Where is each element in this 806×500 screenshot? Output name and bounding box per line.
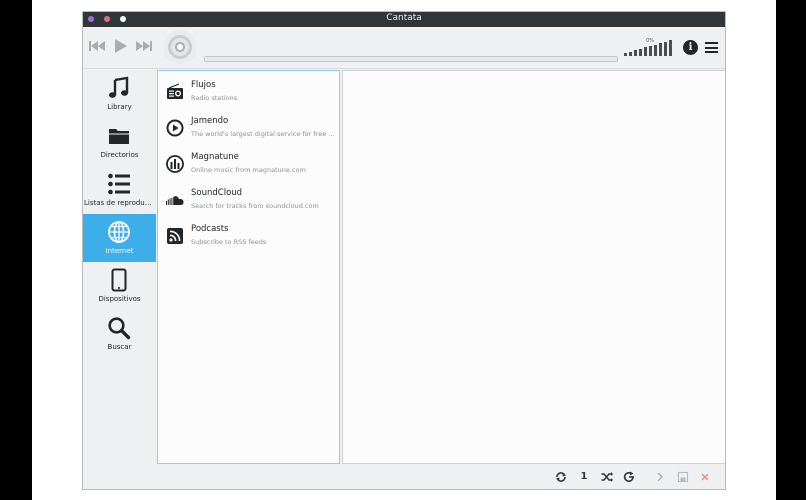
playqueue-controls: 1 bbox=[83, 464, 725, 489]
volume-control[interactable]: 0% bbox=[624, 38, 678, 58]
service-description: Radio stations bbox=[191, 94, 238, 102]
sidebar-item-directorios[interactable]: Directorios bbox=[83, 118, 156, 166]
sidebar-item-label: Buscar bbox=[107, 343, 132, 351]
toolbar: 0% i bbox=[83, 27, 725, 69]
sidebar-item-label: Directorios bbox=[100, 151, 139, 159]
play-icon[interactable] bbox=[114, 38, 128, 54]
album-cover-disc-icon[interactable] bbox=[163, 30, 197, 64]
playqueue-panel[interactable] bbox=[342, 70, 725, 464]
repeat-icon[interactable] bbox=[555, 471, 567, 483]
internet-services-list: Flujos Radio stations Jamendo The world'… bbox=[157, 70, 340, 464]
search-icon bbox=[108, 317, 131, 340]
sidebar-item-library[interactable]: Library bbox=[83, 70, 156, 118]
sidebar-item-playlists[interactable]: Listas de reproducción bbox=[83, 166, 156, 214]
sidebar-item-label: Listas de reproducción bbox=[84, 199, 156, 207]
volume-percent: 0% bbox=[646, 38, 654, 44]
volume-bar bbox=[669, 40, 672, 56]
volume-bar bbox=[654, 44, 657, 56]
playlist-icon bbox=[108, 173, 130, 195]
sidebar-item-label: Dispositivos bbox=[98, 295, 141, 303]
play-circle-icon bbox=[166, 119, 184, 137]
list-item-magnatune[interactable]: Magnatune Online music from magnatune.co… bbox=[158, 145, 339, 181]
skip-back-icon[interactable] bbox=[89, 40, 105, 52]
service-description: Subscribe to RSS feeds bbox=[191, 238, 267, 246]
globe-icon bbox=[108, 221, 130, 243]
service-description: Online music from magnatune.com bbox=[191, 166, 306, 174]
phone-icon bbox=[111, 268, 127, 292]
list-item-podcasts[interactable]: Podcasts Subscribe to RSS feeds bbox=[158, 217, 339, 253]
shuffle-icon[interactable] bbox=[601, 471, 613, 483]
volume-bar bbox=[659, 43, 662, 56]
service-description: Search for tracks from soundcloud.com bbox=[191, 202, 319, 210]
screenshot-background: Cantata 0% i Library Directorios Listas … bbox=[32, 0, 776, 500]
consume-icon[interactable] bbox=[623, 471, 635, 483]
volume-bar bbox=[624, 53, 627, 56]
service-name: Flujos bbox=[191, 80, 216, 90]
folder-icon bbox=[109, 129, 129, 144]
service-name: Podcasts bbox=[191, 224, 229, 234]
volume-bar bbox=[644, 47, 647, 56]
save-icon[interactable] bbox=[677, 471, 689, 483]
list-item-soundcloud[interactable]: SoundCloud Search for tracks from soundc… bbox=[158, 181, 339, 217]
volume-bar bbox=[629, 51, 632, 56]
magnatune-icon bbox=[166, 155, 184, 173]
info-icon[interactable]: i bbox=[683, 40, 698, 55]
sidebar-item-dispositivos[interactable]: Dispositivos bbox=[83, 262, 156, 310]
single-mode-button[interactable]: 1 bbox=[578, 471, 590, 483]
volume-bar bbox=[639, 48, 642, 56]
music-note-icon bbox=[109, 76, 129, 98]
volume-bar bbox=[649, 46, 652, 56]
list-item-jamendo[interactable]: Jamendo The world's largest digital serv… bbox=[158, 109, 339, 145]
seek-progress-bar[interactable] bbox=[204, 56, 618, 62]
soundcloud-icon bbox=[166, 196, 184, 205]
chevron-right-icon[interactable] bbox=[654, 471, 666, 483]
list-item-flujos[interactable]: Flujos Radio stations bbox=[158, 73, 339, 109]
window-title: Cantata bbox=[386, 13, 422, 23]
rss-icon bbox=[167, 228, 183, 244]
radio-icon bbox=[167, 83, 183, 99]
close-icon[interactable] bbox=[699, 471, 711, 483]
sidebar-item-label: Internet bbox=[105, 247, 134, 255]
sidebar-item-label: Library bbox=[107, 103, 132, 111]
sidebar-item-buscar[interactable]: Buscar bbox=[83, 310, 156, 358]
cantata-window: Cantata 0% i Library Directorios Listas … bbox=[82, 11, 726, 490]
service-description: The world's largest digital service for … bbox=[191, 130, 336, 138]
title-bar: Cantata bbox=[83, 12, 725, 27]
service-name: SoundCloud bbox=[191, 188, 243, 198]
sidebar-item-internet[interactable]: Internet bbox=[83, 214, 156, 262]
volume-bar bbox=[664, 41, 667, 56]
volume-bar bbox=[634, 50, 637, 56]
service-name: Jamendo bbox=[191, 116, 229, 126]
hamburger-menu-icon[interactable] bbox=[705, 42, 718, 53]
sidebar: Library Directorios Listas de reproducci… bbox=[83, 70, 156, 464]
skip-forward-icon[interactable] bbox=[136, 40, 152, 52]
service-name: Magnatune bbox=[191, 152, 239, 162]
